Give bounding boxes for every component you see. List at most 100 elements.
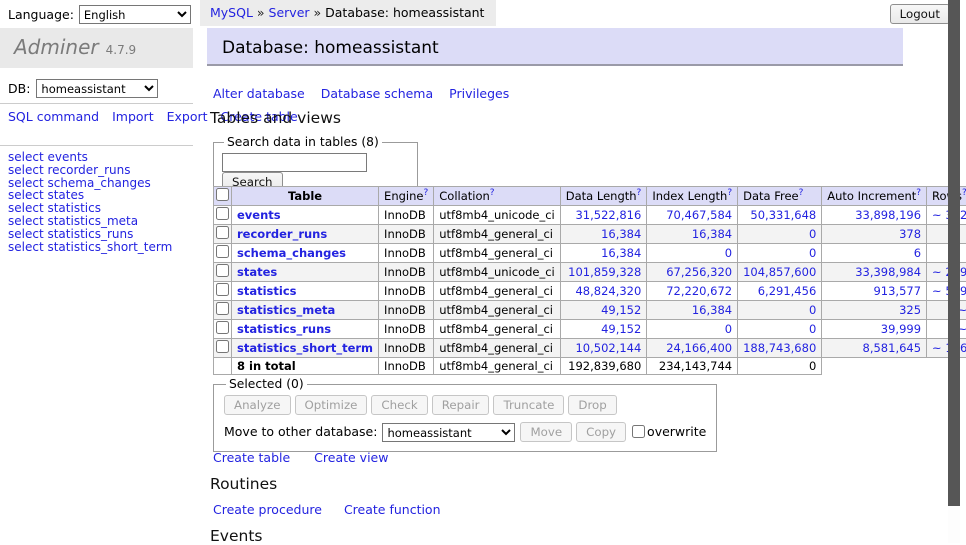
data-free-link[interactable]: 0	[809, 227, 816, 241]
engine-cell: InnoDB	[379, 301, 434, 320]
table-link-statistics-short-term[interactable]: statistics_short_term	[237, 341, 373, 355]
row-checkbox-events[interactable]	[216, 207, 229, 220]
language-label: Language:	[8, 7, 74, 22]
sidebar-link-import[interactable]: Import	[112, 109, 154, 124]
auto-increment-link[interactable]: 913,577	[873, 284, 921, 298]
repair-button[interactable]: Repair	[432, 395, 490, 415]
sidebar-item-select-events[interactable]: select events	[8, 151, 172, 164]
auto-increment-link[interactable]: 325	[899, 303, 921, 317]
scrollbar-thumb[interactable]	[948, 0, 960, 506]
auto-increment-link[interactable]: 33,898,196	[855, 208, 921, 222]
data-length-link[interactable]: 49,152	[601, 322, 641, 336]
nav-link-privileges[interactable]: Privileges	[449, 86, 509, 101]
table-link-schema-changes[interactable]: schema_changes	[237, 246, 346, 260]
scrollbar[interactable]	[948, 0, 960, 543]
index-length-link[interactable]: 0	[725, 246, 732, 260]
sidebar-item-select-statistics-runs[interactable]: select statistics_runs	[8, 228, 172, 241]
check-button[interactable]: Check	[371, 395, 427, 415]
data-free-link[interactable]: 0	[809, 322, 816, 336]
sidebar-item-select-statistics-short-term[interactable]: select statistics_short_term	[8, 241, 172, 254]
help-icon[interactable]: ?	[962, 188, 966, 198]
index-length-cell: 16,384	[647, 225, 738, 244]
auto-increment-link[interactable]: 8,581,645	[863, 341, 922, 355]
optimize-button[interactable]: Optimize	[295, 395, 368, 415]
breadcrumb-item-server[interactable]: Server	[269, 5, 310, 20]
nav-link-alter-database[interactable]: Alter database	[213, 86, 305, 101]
data-free-link[interactable]: 188,743,680	[743, 341, 816, 355]
table-link-statistics-meta[interactable]: statistics_meta	[237, 303, 335, 317]
row-checkbox-statistics-meta[interactable]	[216, 302, 229, 315]
analyze-button[interactable]: Analyze	[224, 395, 291, 415]
truncate-button[interactable]: Truncate	[493, 395, 564, 415]
auto-increment-link[interactable]: 33,398,984	[855, 265, 921, 279]
index-length-link[interactable]: 24,166,400	[666, 341, 732, 355]
index-length-link[interactable]: 16,384	[692, 303, 732, 317]
table-link-recorder-runs[interactable]: recorder_runs	[237, 227, 327, 241]
table-link-states[interactable]: states	[237, 265, 277, 279]
row-checkbox-recorder-runs[interactable]	[216, 226, 229, 239]
help-icon[interactable]: ?	[727, 188, 732, 198]
data-length-link[interactable]: 101,859,328	[568, 265, 641, 279]
search-input[interactable]	[222, 153, 367, 172]
table-link-events[interactable]: events	[237, 208, 281, 222]
help-icon[interactable]: ?	[423, 188, 428, 198]
index-length-cell: 24,166,400	[647, 339, 738, 358]
row-checkbox-statistics-runs[interactable]	[216, 321, 229, 334]
overwrite-checkbox[interactable]	[632, 425, 645, 438]
create-procedure-link[interactable]: Create procedure	[213, 502, 322, 517]
data-free-link[interactable]: 0	[809, 303, 816, 317]
auto-increment-link[interactable]: 39,999	[881, 322, 921, 336]
rows-cell: ~ 5	[927, 225, 966, 244]
sidebar-link-export[interactable]: Export	[167, 109, 208, 124]
index-length-link[interactable]: 16,384	[692, 227, 732, 241]
table-link-statistics-runs[interactable]: statistics_runs	[237, 322, 331, 336]
row-checkbox-schema-changes[interactable]	[216, 245, 229, 258]
tables-and-views-heading: Tables and views	[210, 109, 341, 127]
index-length-link[interactable]: 0	[725, 322, 732, 336]
row-checkbox-statistics-short-term[interactable]	[216, 340, 229, 353]
help-icon[interactable]: ?	[637, 188, 642, 198]
copy-button[interactable]: Copy	[576, 422, 626, 442]
row-checkbox-states[interactable]	[216, 264, 229, 277]
data-length-link[interactable]: 16,384	[601, 227, 641, 241]
help-icon[interactable]: ?	[916, 188, 921, 198]
data-length-cell: 16,384	[560, 244, 647, 263]
table-total-row: 8 in totalInnoDButf8mb4_general_ci192,83…	[214, 358, 966, 375]
table-link-statistics[interactable]: statistics	[237, 284, 297, 298]
breadcrumb-item-mysql[interactable]: MySQL	[210, 5, 253, 20]
data-length-link[interactable]: 49,152	[601, 303, 641, 317]
index-length-link[interactable]: 72,220,672	[666, 284, 732, 298]
db-select[interactable]: homeassistant	[36, 79, 158, 98]
help-icon[interactable]: ?	[799, 188, 804, 198]
auto-increment-link[interactable]: 378	[899, 227, 921, 241]
create-view-link[interactable]: Create view	[314, 450, 388, 465]
engine-cell: InnoDB	[379, 263, 434, 282]
create-table-link[interactable]: Create table	[213, 450, 290, 465]
data-length-link[interactable]: 31,522,816	[575, 208, 641, 222]
data-free-link[interactable]: 0	[809, 246, 816, 260]
drop-button[interactable]: Drop	[568, 395, 616, 415]
help-icon[interactable]: ?	[490, 188, 495, 198]
nav-link-database-schema[interactable]: Database schema	[321, 86, 433, 101]
logout-button[interactable]: Logout	[890, 4, 950, 24]
db-label: DB:	[8, 81, 30, 96]
auto-increment-link[interactable]: 6	[914, 246, 921, 260]
data-length-link[interactable]: 16,384	[601, 246, 641, 260]
data-free-link[interactable]: 50,331,648	[750, 208, 816, 222]
data-free-link[interactable]: 6,291,456	[758, 284, 817, 298]
move-button[interactable]: Move	[520, 422, 572, 442]
index-length-link[interactable]: 67,256,320	[666, 265, 732, 279]
data-free-link[interactable]: 104,857,600	[743, 265, 816, 279]
move-database-select[interactable]: homeassistant	[382, 423, 515, 442]
data-length-link[interactable]: 10,502,144	[575, 341, 641, 355]
language-select[interactable]: English	[79, 5, 191, 24]
sidebar-item-select-recorder-runs[interactable]: select recorder_runs	[8, 164, 172, 177]
row-checkbox-statistics[interactable]	[216, 283, 229, 296]
create-function-link[interactable]: Create function	[344, 502, 441, 517]
data-length-link[interactable]: 48,824,320	[575, 284, 641, 298]
rows-cell: ~ 312,180	[927, 206, 966, 225]
sidebar-link-sql-command[interactable]: SQL command	[8, 109, 99, 124]
select-all-checkbox[interactable]	[216, 188, 229, 201]
index-length-link[interactable]: 70,467,584	[666, 208, 732, 222]
sidebar-item-select-statistics-meta[interactable]: select statistics_meta	[8, 215, 172, 228]
